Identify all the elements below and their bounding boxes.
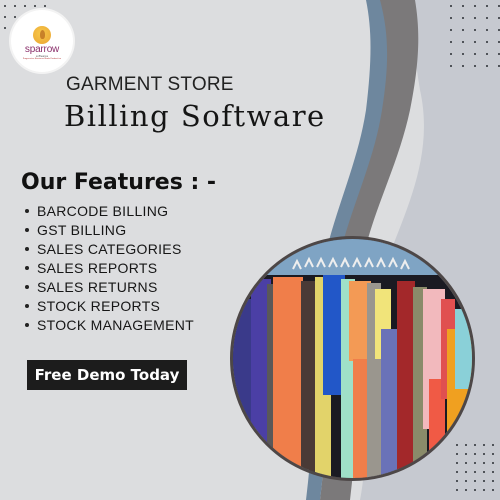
dot (14, 5, 16, 7)
feature-label: BARCODE BILLING (37, 203, 169, 219)
dot (474, 5, 476, 7)
dot (4, 5, 6, 7)
page-subtitle: GARMENT STORE (66, 74, 234, 95)
dot (474, 471, 476, 473)
clothes-rack-photo (230, 236, 475, 481)
feature-label: GST BILLING (37, 222, 127, 238)
dot (450, 29, 452, 31)
sparrow-bird-icon (33, 25, 51, 44)
dot (474, 480, 476, 482)
dot (462, 41, 464, 43)
dot (465, 480, 467, 482)
dot (474, 489, 476, 491)
dot (450, 41, 452, 43)
dot (462, 65, 464, 67)
feature-label: STOCK REPORTS (37, 298, 161, 314)
dot (486, 5, 488, 7)
feature-label: SALES CATEGORIES (37, 241, 182, 257)
feature-item: SALES REPORTS (25, 259, 194, 278)
dot (4, 16, 6, 18)
dot (474, 444, 476, 446)
feature-item: GST BILLING (25, 221, 194, 240)
dot (492, 471, 494, 473)
dot (474, 462, 476, 464)
dot (483, 480, 485, 482)
bullet-icon (25, 304, 29, 309)
dot (456, 471, 458, 473)
dot (462, 53, 464, 55)
features-heading: Our Features : - (21, 170, 217, 195)
dot (465, 462, 467, 464)
dot (483, 489, 485, 491)
dot (474, 453, 476, 455)
dot (492, 453, 494, 455)
dot (450, 5, 452, 7)
dot (450, 65, 452, 67)
bullet-icon (25, 285, 29, 290)
dot (462, 29, 464, 31)
dot (456, 489, 458, 491)
dot (456, 453, 458, 455)
dot (44, 5, 46, 7)
dot (450, 17, 452, 19)
dot (456, 444, 458, 446)
dot (456, 480, 458, 482)
dot (483, 471, 485, 473)
dot (462, 5, 464, 7)
bullet-icon (25, 266, 29, 271)
dot (34, 5, 36, 7)
dot (465, 444, 467, 446)
dot (492, 444, 494, 446)
clothes-rack-illustration (233, 239, 472, 478)
sparrow-logo[interactable]: sparrow softwares Progressive Business M… (11, 10, 73, 72)
dot (483, 453, 485, 455)
feature-label: SALES RETURNS (37, 279, 158, 295)
dot (474, 65, 476, 67)
dot (465, 489, 467, 491)
page-title: Billing Software (64, 99, 326, 133)
feature-label: SALES REPORTS (37, 260, 158, 276)
dot (14, 16, 16, 18)
feature-item: STOCK REPORTS (25, 297, 194, 316)
dot (486, 53, 488, 55)
dot (450, 53, 452, 55)
bullet-icon (25, 323, 29, 328)
feature-item: SALES RETURNS (25, 278, 194, 297)
feature-label: STOCK MANAGEMENT (37, 317, 195, 333)
bullet-icon (25, 209, 29, 214)
feature-item: BARCODE BILLING (25, 202, 194, 221)
dot (474, 17, 476, 19)
dot-grid-bottom-right (456, 444, 500, 491)
logo-tagline: Progressive Business Made Productive (22, 57, 62, 60)
dot (483, 444, 485, 446)
dot (462, 17, 464, 19)
dot (492, 489, 494, 491)
logo-name: sparrow (24, 43, 60, 55)
dot (486, 29, 488, 31)
dot (486, 41, 488, 43)
features-list: BARCODE BILLING GST BILLING SALES CATEGO… (25, 202, 194, 335)
bullet-icon (25, 228, 29, 233)
dot (492, 462, 494, 464)
feature-item: SALES CATEGORIES (25, 240, 194, 259)
feature-item: STOCK MANAGEMENT (25, 316, 194, 335)
dot (4, 27, 6, 29)
dot (492, 480, 494, 482)
dot (465, 453, 467, 455)
dot (483, 462, 485, 464)
dot (465, 471, 467, 473)
dot (486, 17, 488, 19)
dot-grid-top-right (450, 5, 500, 67)
dot (474, 53, 476, 55)
bullet-icon (25, 247, 29, 252)
dot (486, 65, 488, 67)
dot (24, 5, 26, 7)
dot (474, 41, 476, 43)
dot (456, 462, 458, 464)
free-demo-button[interactable]: Free Demo Today (27, 360, 187, 390)
dot (474, 29, 476, 31)
